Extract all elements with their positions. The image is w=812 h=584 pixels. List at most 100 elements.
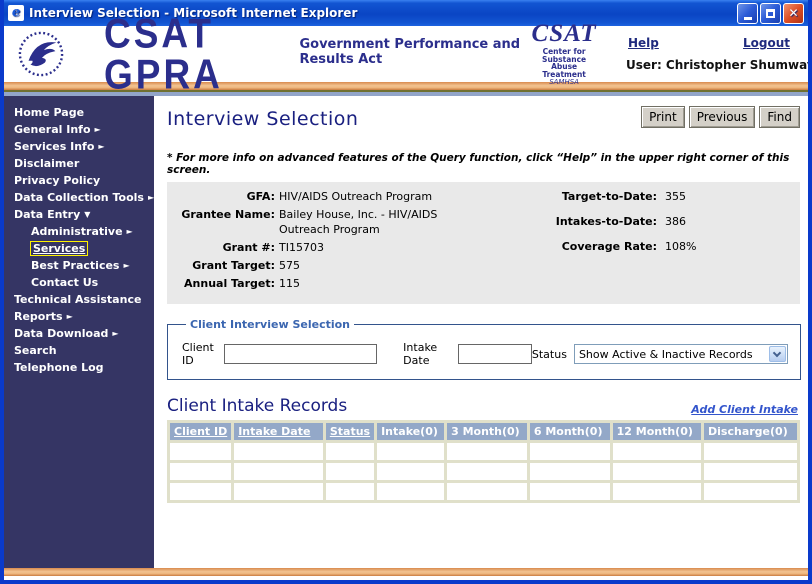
sidebar-item-technical-assistance[interactable]: Technical Assistance — [4, 291, 154, 308]
sidebar-item-label: Services Info — [14, 140, 94, 153]
user-label: User: Christopher Shumway — [626, 58, 796, 72]
table-cell — [447, 463, 527, 480]
table-cell — [170, 463, 231, 480]
grant-summary-panel: GFA:HIV/AIDS Outreach Program Grantee Na… — [167, 182, 800, 304]
minimize-icon — [744, 17, 752, 20]
sidebar-item-data-download[interactable]: Data Download ► — [4, 325, 154, 342]
target-to-date-value: 355 — [665, 189, 686, 204]
gfa-value: HIV/AIDS Outreach Program — [279, 189, 432, 204]
table-cell — [530, 483, 610, 500]
column-header-discharge: Discharge(0) — [704, 423, 797, 440]
table-cell — [704, 463, 797, 480]
client-intake-records-table: Client ID Intake Date Status Intake(0) 3… — [167, 420, 800, 503]
sidebar-item-services-info[interactable]: Services Info ► — [4, 138, 154, 155]
table-row — [170, 483, 797, 500]
sidebar-item-contact-us[interactable]: Contact Us — [4, 274, 154, 291]
sidebar-item-label: Data Download — [14, 327, 108, 340]
table-cell — [613, 483, 701, 500]
find-button[interactable]: Find — [759, 106, 800, 128]
sidebar-item-privacy-policy[interactable]: Privacy Policy — [4, 172, 154, 189]
table-cell — [704, 443, 797, 460]
table-cell — [234, 483, 323, 500]
sidebar-item-disclaimer[interactable]: Disclaimer — [4, 155, 154, 172]
table-cell — [377, 483, 444, 500]
submenu-arrow-icon: ► — [127, 227, 133, 236]
table-cell — [326, 483, 374, 500]
print-button[interactable]: Print — [641, 106, 685, 128]
submenu-arrow-icon: ► — [123, 261, 129, 270]
table-cell — [447, 443, 527, 460]
sidebar-item-reports[interactable]: Reports► — [4, 308, 154, 325]
sidebar-item-label: General Info — [14, 123, 91, 136]
sidebar-item-general-info[interactable]: General Info► — [4, 121, 154, 138]
sidebar-item-services[interactable]: Services — [4, 240, 154, 257]
maximize-button[interactable] — [760, 3, 781, 24]
sidebar-item-administrative[interactable]: Administrative ► — [4, 223, 154, 240]
submenu-arrow-icon: ► — [67, 312, 73, 321]
submenu-arrow-icon: ► — [98, 142, 104, 151]
sidebar-item-label: Contact Us — [31, 276, 98, 289]
submenu-arrow-icon: ► — [112, 329, 118, 338]
intake-date-input[interactable] — [458, 344, 532, 364]
column-header-12-month: 12 Month(0) — [613, 423, 701, 440]
previous-button[interactable]: Previous — [689, 106, 756, 128]
sidebar-item-label: Best Practices — [31, 259, 119, 272]
close-icon: ✕ — [788, 6, 798, 20]
coverage-rate-label: Coverage Rate: — [525, 239, 665, 254]
sidebar-item-label: Telephone Log — [14, 361, 104, 374]
add-client-intake-link[interactable]: Add Client Intake — [691, 403, 800, 416]
sidebar-item-label: Home Page — [14, 106, 84, 119]
grant-number-label: Grant #: — [167, 240, 279, 255]
sidebar-item-search[interactable]: Search — [4, 342, 154, 359]
sidebar-item-label: Data Entry — [14, 208, 80, 221]
table-row — [170, 463, 797, 480]
dropdown-button[interactable] — [769, 346, 786, 362]
column-header-intake: Intake(0) — [377, 423, 444, 440]
annual-target-value: 115 — [279, 276, 300, 291]
table-cell — [447, 483, 527, 500]
help-link[interactable]: Help — [628, 36, 659, 50]
sidebar-item-label: Administrative — [31, 225, 123, 238]
sidebar-item-data-collection-tools[interactable]: Data Collection Tools► — [4, 189, 154, 206]
column-header-6-month: 6 Month(0) — [530, 423, 610, 440]
minimize-button[interactable] — [737, 3, 758, 24]
sidebar-item-data-entry[interactable]: Data Entry ▼ — [4, 206, 154, 223]
app-header: CSAT GPRA Government Performance and Res… — [4, 26, 808, 82]
table-header-row: Client ID Intake Date Status Intake(0) 3… — [170, 423, 797, 440]
sidebar-item-label-selected: Services — [31, 242, 87, 255]
close-button[interactable]: ✕ — [783, 3, 804, 24]
sidebar-item-label: Technical Assistance — [14, 293, 141, 306]
brand-tagline: Government Performance and Results Act — [299, 37, 530, 67]
column-header-client-id[interactable]: Client ID — [170, 423, 231, 440]
status-label: Status — [532, 348, 567, 361]
brand-title: CSAT GPRA — [104, 13, 285, 96]
sidebar-item-best-practices[interactable]: Best Practices ► — [4, 257, 154, 274]
client-id-input[interactable] — [224, 344, 377, 364]
column-header-status[interactable]: Status — [326, 423, 374, 440]
table-cell — [377, 463, 444, 480]
grant-target-label: Grant Target: — [167, 258, 279, 273]
status-select[interactable]: Show Active & Inactive Records — [574, 344, 788, 364]
sidebar-item-telephone-log[interactable]: Telephone Log — [4, 359, 154, 376]
table-cell — [170, 443, 231, 460]
client-interview-selection-fieldset: Client Interview Selection Client ID Int… — [167, 318, 801, 380]
page-title: Interview Selection — [167, 104, 358, 130]
logout-link[interactable]: Logout — [743, 36, 790, 50]
column-header-intake-date[interactable]: Intake Date — [234, 423, 323, 440]
annual-target-label: Annual Target: — [167, 276, 279, 291]
sidebar-item-label: Search — [14, 344, 57, 357]
table-cell — [234, 463, 323, 480]
main-content: Interview Selection Print Previous Find … — [154, 96, 808, 568]
csat-logo-line3: SAMHSA — [530, 79, 598, 86]
grantee-name-value: Bailey House, Inc. - HIV/AIDS Outreach P… — [279, 207, 469, 237]
table-cell — [704, 483, 797, 500]
grant-target-value: 575 — [279, 258, 300, 273]
brand-block: CSAT GPRA Government Performance and Res… — [104, 17, 530, 91]
grantee-name-label: Grantee Name: — [167, 207, 279, 237]
submenu-expanded-icon: ▼ — [84, 210, 90, 219]
gfa-label: GFA: — [167, 189, 279, 204]
grant-number-value: TI15703 — [279, 240, 324, 255]
sidebar-item-label: Disclaimer — [14, 157, 79, 170]
fieldset-legend: Client Interview Selection — [186, 318, 354, 331]
sidebar-item-home-page[interactable]: Home Page — [4, 104, 154, 121]
